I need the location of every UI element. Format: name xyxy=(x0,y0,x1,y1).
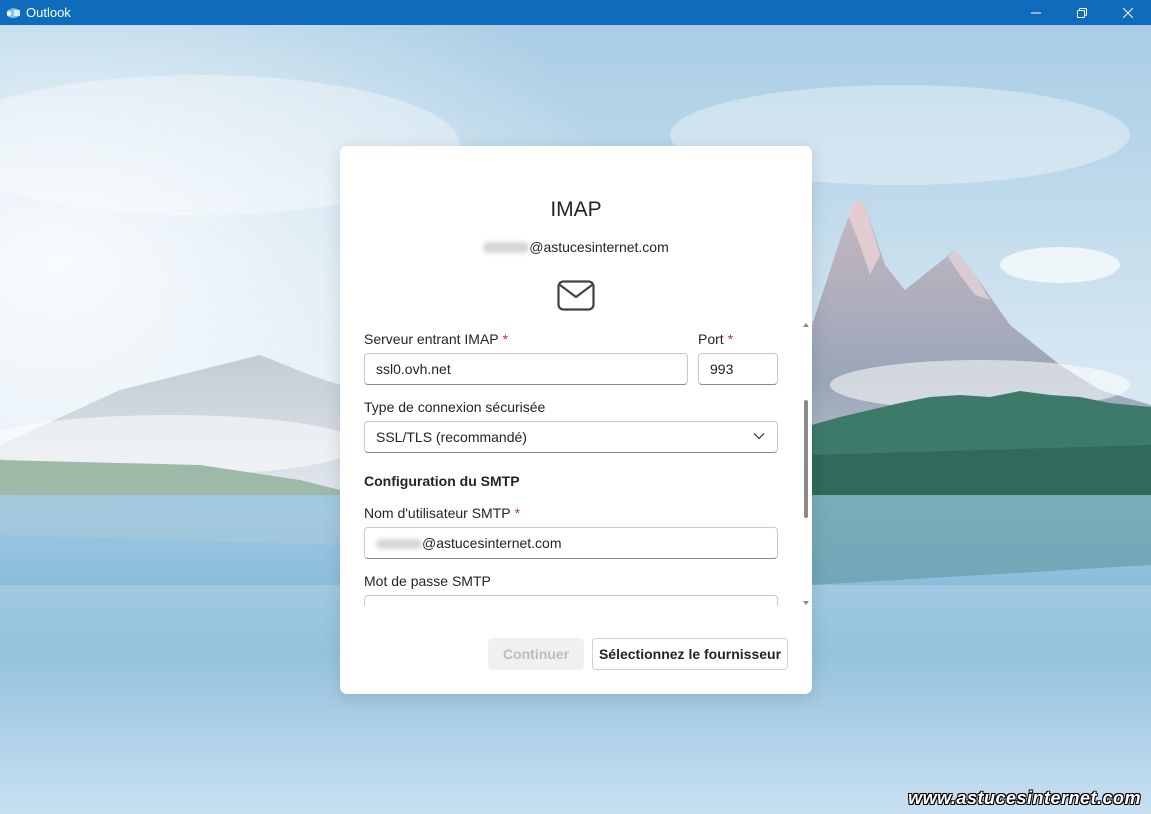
incoming-server-label-text: Serveur entrant IMAP xyxy=(364,331,499,347)
minimize-button[interactable] xyxy=(1013,0,1059,25)
minimize-icon xyxy=(1031,12,1041,13)
settings-form-scroll-area[interactable]: Serveur entrant IMAP * ssl0.ovh.net Port *… xyxy=(340,322,812,606)
smtp-password-input[interactable] xyxy=(364,595,778,606)
dialog-heading: IMAP xyxy=(550,198,602,221)
outlook-logo-icon xyxy=(6,7,20,18)
connection-type-label: Type de connexion sécurisée xyxy=(364,399,546,415)
restore-button[interactable] xyxy=(1059,0,1105,25)
close-button[interactable] xyxy=(1105,0,1151,25)
form-scrollbar[interactable] xyxy=(802,322,810,606)
mail-icon xyxy=(557,280,595,311)
port-label: Port * xyxy=(698,331,733,347)
window-controls xyxy=(1013,0,1151,25)
port-input[interactable]: 993 xyxy=(698,353,778,385)
incoming-server-value: ssl0.ovh.net xyxy=(376,361,451,377)
connection-type-select[interactable]: SSL/TLS (recommandé) xyxy=(364,421,778,453)
blurred-username xyxy=(376,539,422,549)
incoming-server-label: Serveur entrant IMAP * xyxy=(364,331,508,347)
required-mark: * xyxy=(727,331,734,347)
smtp-username-label: Nom d'utilisateur SMTP * xyxy=(364,505,520,521)
incoming-server-input[interactable]: ssl0.ovh.net xyxy=(364,353,688,385)
scroll-up-arrow-icon[interactable] xyxy=(803,322,809,328)
smtp-password-label: Mot de passe SMTP xyxy=(364,573,491,589)
chevron-down-icon xyxy=(753,433,765,440)
blurred-username xyxy=(483,242,530,253)
smtp-username-input[interactable]: @astucesinternet.com xyxy=(364,527,778,559)
select-provider-button[interactable]: Sélectionnez le fournisseur xyxy=(592,638,788,670)
continue-button[interactable]: Continuer xyxy=(488,638,584,670)
connection-type-value: SSL/TLS (recommandé) xyxy=(376,429,527,445)
account-domain: @astucesinternet.com xyxy=(529,239,669,255)
window-title: Outlook xyxy=(26,5,71,20)
port-label-text: Port xyxy=(698,331,724,347)
smtp-username-domain: @astucesinternet.com xyxy=(422,535,562,551)
restore-icon xyxy=(1077,7,1087,18)
account-email: @astucesinternet.com xyxy=(340,239,812,255)
scroll-down-arrow-icon[interactable] xyxy=(803,600,809,606)
scrollbar-thumb[interactable] xyxy=(804,400,808,518)
port-value: 993 xyxy=(710,361,734,377)
imap-setup-dialog: IMAP @astucesinternet.com Serveur entran… xyxy=(340,146,812,694)
smtp-username-label-text: Nom d'utilisateur SMTP xyxy=(364,505,511,521)
close-icon xyxy=(1123,7,1133,18)
required-mark: * xyxy=(514,505,521,521)
required-mark: * xyxy=(502,331,509,347)
site-watermark: www.astucesinternet.com xyxy=(908,788,1141,808)
title-bar: Outlook xyxy=(0,0,1151,25)
smtp-section-heading: Configuration du SMTP xyxy=(364,473,520,489)
